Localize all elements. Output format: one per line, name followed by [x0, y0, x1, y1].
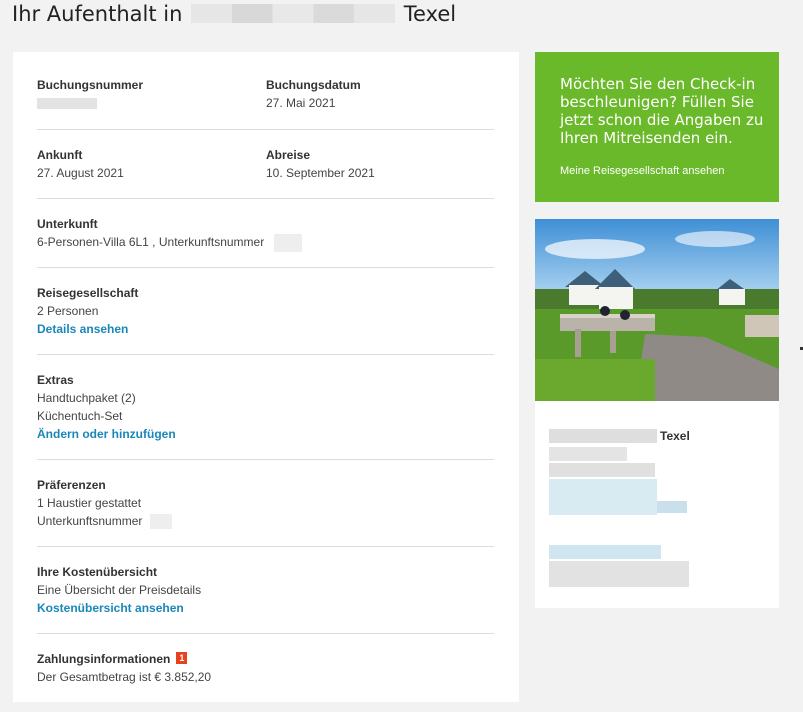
redacted-address-line [549, 447, 627, 461]
costs-label: Ihre Kostenübersicht [37, 565, 158, 579]
park-photo [535, 219, 779, 401]
payment-label-row: Zahlungsinformationen 1 [37, 652, 494, 666]
booking-date-label: Buchungsdatum [266, 78, 361, 92]
costs-link[interactable]: Kostenübersicht ansehen [37, 599, 494, 617]
redacted-accommodation-number [273, 233, 302, 252]
party-value: 2 Personen [37, 304, 99, 318]
park-name: Texel [660, 429, 690, 443]
extras-section: Extras Handtuchpaket (2) Küchentuch-Set … [37, 373, 494, 460]
redacted-contact-link[interactable] [549, 479, 657, 515]
party-label: Reisegesellschaft [37, 286, 139, 300]
costs-value: Eine Übersicht der Preisdetails [37, 583, 202, 597]
preferences-item: Unterkunftsnummer [37, 512, 494, 530]
extras-change-link[interactable]: Ändern oder hinzufügen [37, 425, 494, 443]
preferences-section: Präferenzen 1 Haustier gestattet Unterku… [37, 478, 494, 547]
redacted-opening-hours [549, 561, 689, 587]
payment-label: Zahlungsinformationen [37, 652, 171, 666]
accommodation-label: Unterkunft [37, 217, 98, 231]
extras-label: Extras [37, 373, 74, 387]
travel-party-link[interactable]: Meine Reisegesellschaft ansehen [560, 165, 725, 177]
redacted-park-title [549, 429, 657, 443]
redacted-address-line [549, 463, 655, 477]
redacted-contact-link[interactable] [657, 501, 687, 513]
page-title: Ihr Aufenthalt in Texel [12, 2, 457, 26]
departure-value: 10. September 2021 [266, 166, 375, 180]
redacted-preference-number [149, 514, 172, 530]
accommodation-section: Unterkunft 6-Personen-Villa 6L1 , Unterk… [37, 217, 494, 268]
accommodation-value: 6-Personen-Villa 6L1 , Unterkunftsnummer [37, 233, 494, 252]
promo-text: Möchten Sie den Check-in beschleunigen? … [560, 75, 764, 147]
redacted-park-name [191, 3, 396, 23]
preferences-label: Präferenzen [37, 478, 106, 492]
redacted-booking-number [37, 97, 97, 109]
checkin-promo-banner: Möchten Sie den Check-in beschleunigen? … [535, 52, 779, 202]
preferences-item: 1 Haustier gestattet [37, 496, 142, 510]
payment-section: Zahlungsinformationen 1 Der Gesamtbetrag … [37, 652, 494, 712]
departure-label: Abreise [266, 148, 311, 162]
booking-date-value: 27. Mai 2021 [266, 96, 336, 110]
party-details-link[interactable]: Details ansehen [37, 320, 494, 338]
travel-dates-section: Ankunft 27. August 2021 Abreise 10. Sept… [37, 148, 494, 199]
party-section: Reisegesellschaft 2 Personen Details ans… [37, 286, 494, 355]
redacted-phone-link[interactable] [549, 545, 661, 559]
booking-details-card: Buchungsnummer Buchungsdatum 27. Mai 202… [13, 52, 519, 702]
extras-item: Handtuchpaket (2) [37, 391, 136, 405]
costs-section: Ihre Kostenübersicht Eine Übersicht der … [37, 565, 494, 634]
payment-value: Der Gesamtbetrag ist € 3.852,20 [37, 670, 212, 684]
extras-item: Küchentuch-Set [37, 409, 123, 423]
park-info-card: Texel [535, 219, 779, 608]
booking-section: Buchungsnummer Buchungsdatum 27. Mai 202… [37, 78, 494, 130]
payment-badge: 1 [176, 652, 188, 664]
park-photo-image [535, 219, 779, 401]
